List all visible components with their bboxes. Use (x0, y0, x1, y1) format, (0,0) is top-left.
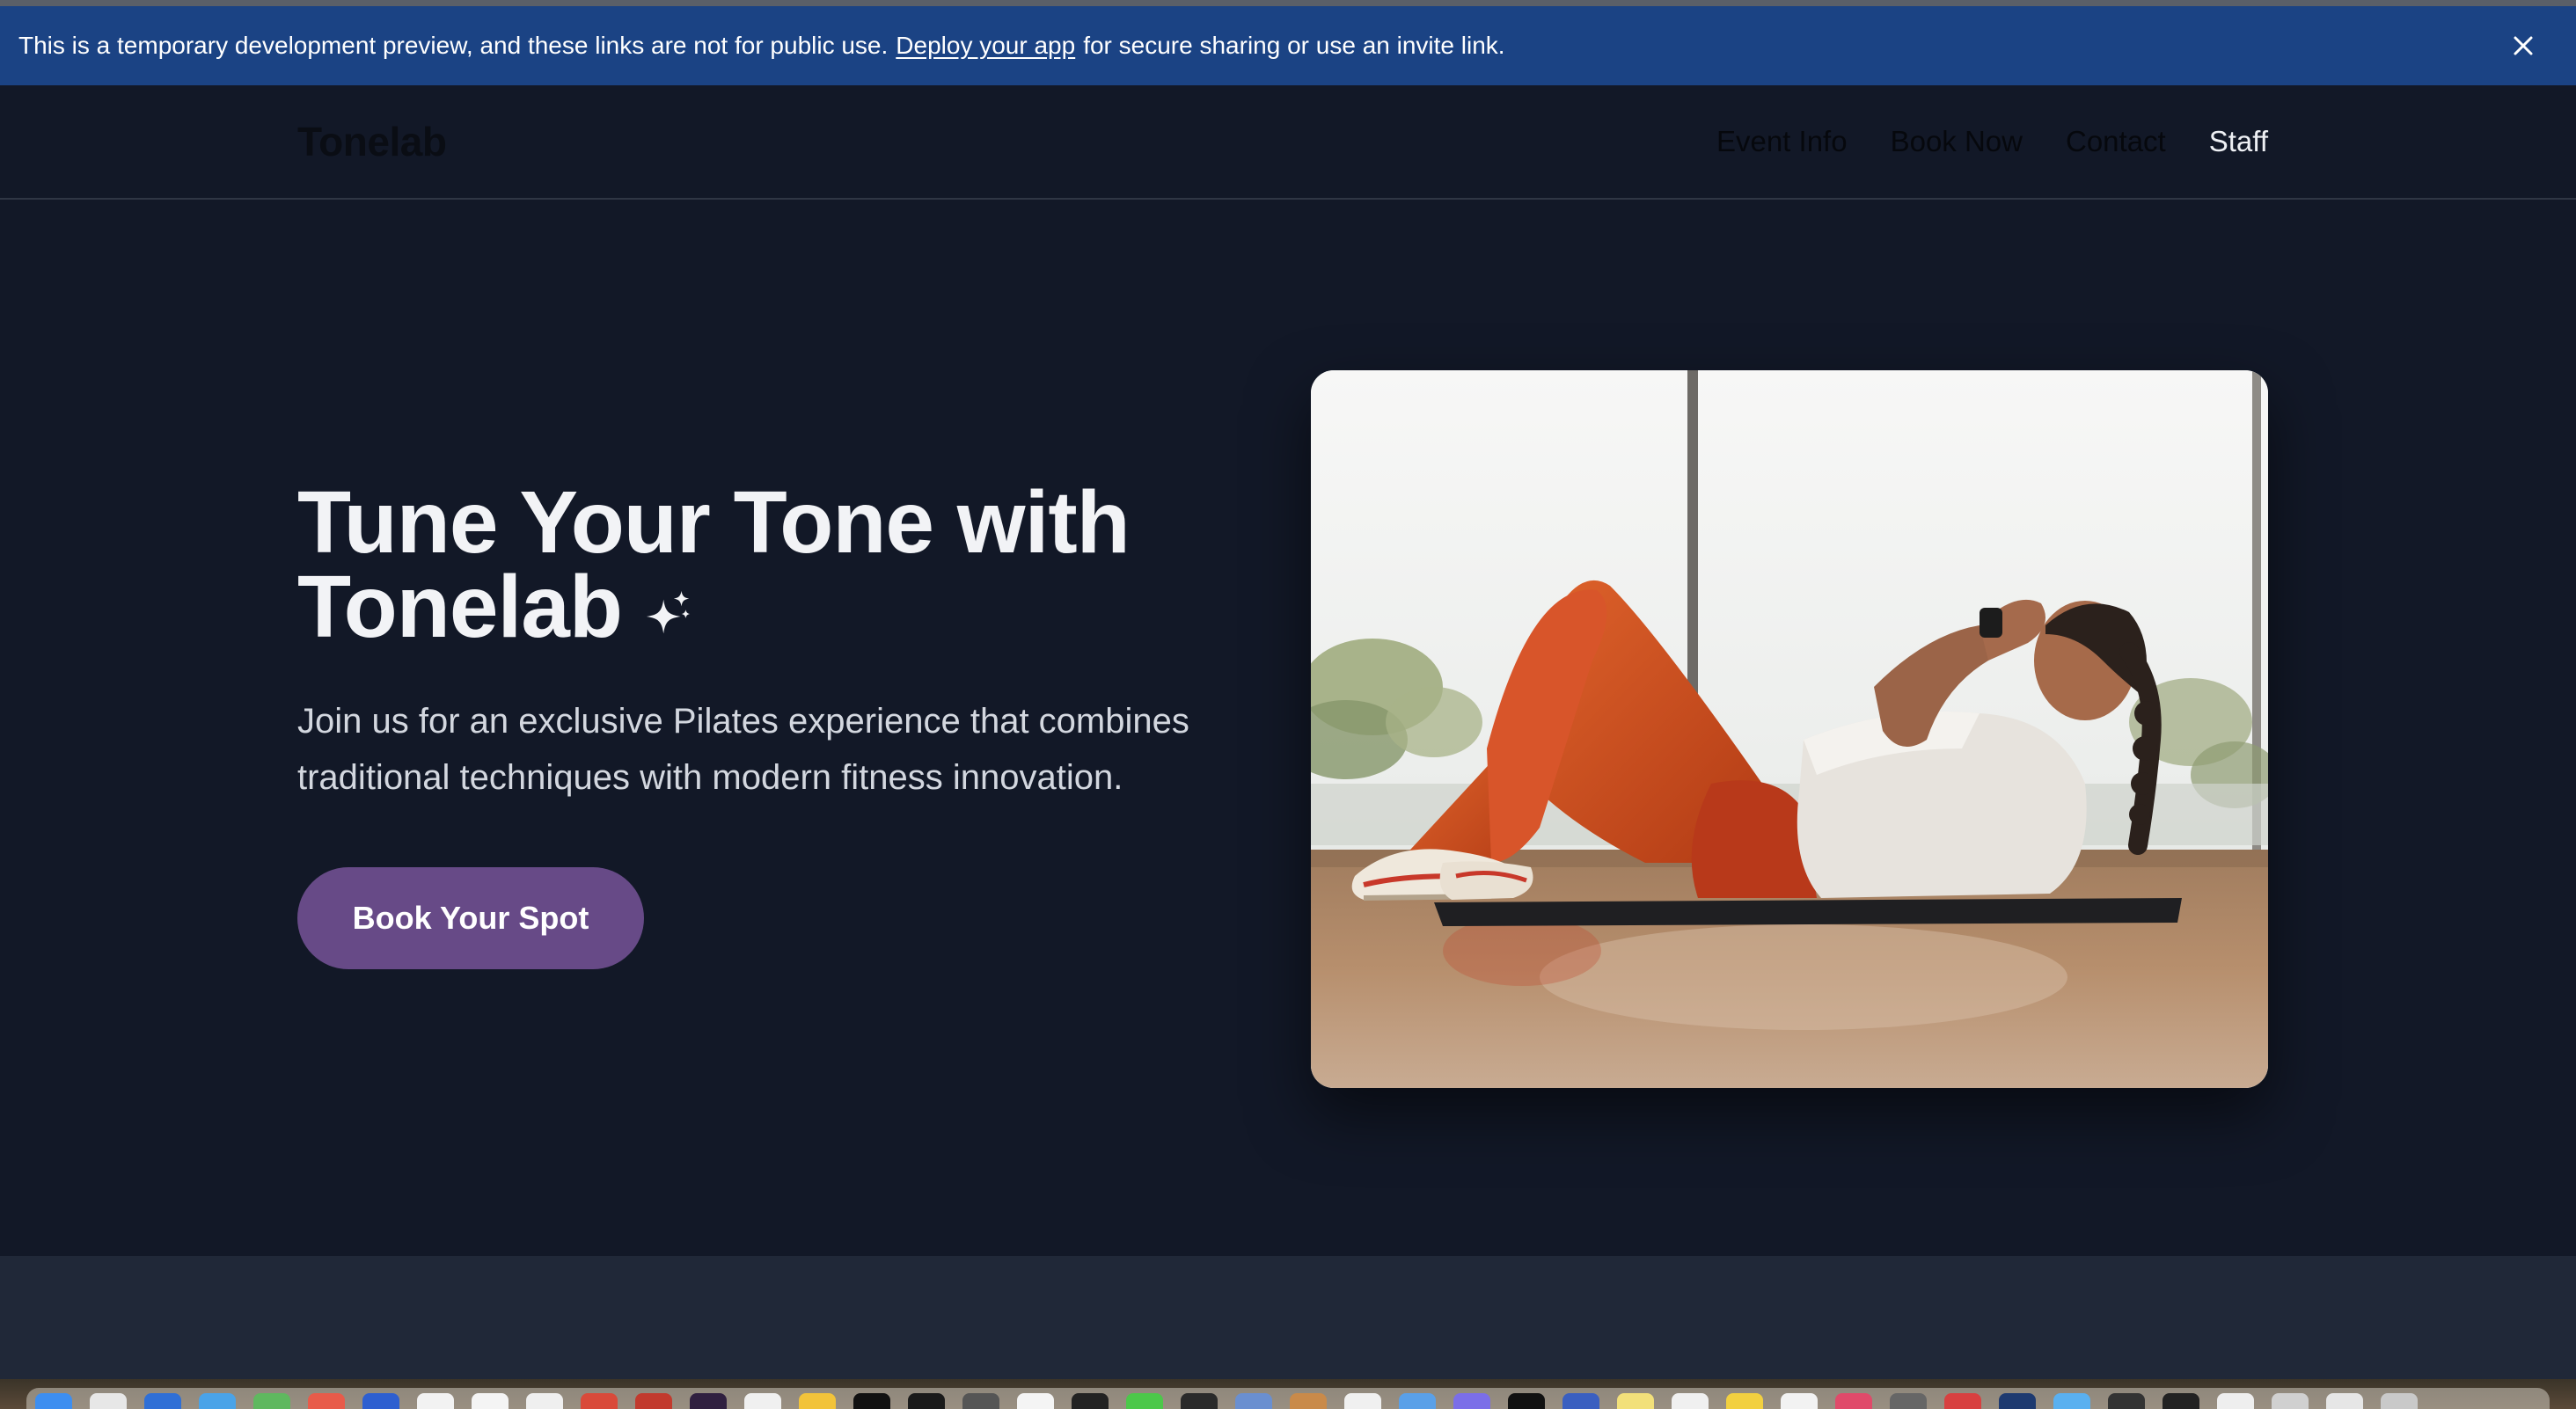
app-icon[interactable] (2108, 1393, 2145, 1409)
app-icon[interactable] (1781, 1393, 1818, 1409)
app-icon[interactable] (362, 1393, 399, 1409)
app-icon[interactable] (581, 1393, 618, 1409)
nav-staff[interactable]: Staff (2209, 125, 2268, 158)
nav-event-info[interactable]: Event Info (1716, 125, 1848, 158)
mail-icon[interactable] (144, 1393, 181, 1409)
finder-icon[interactable] (35, 1393, 72, 1409)
nav-contact[interactable]: Contact (2066, 125, 2166, 158)
app-icon[interactable] (1726, 1393, 1763, 1409)
app-icon[interactable] (1181, 1393, 1218, 1409)
app-icon[interactable] (690, 1393, 727, 1409)
hero-title-line-2: Tonelab (297, 563, 1130, 651)
banner-text-before: This is a temporary development preview,… (18, 32, 889, 59)
app-icon[interactable] (1617, 1393, 1654, 1409)
macos-dock (0, 1379, 2576, 1409)
app-icon[interactable] (744, 1393, 781, 1409)
app-icon[interactable] (908, 1393, 945, 1409)
reminders-icon[interactable] (472, 1393, 509, 1409)
app-icon[interactable] (526, 1393, 563, 1409)
app-icon[interactable] (1562, 1393, 1599, 1409)
book-your-spot-button[interactable]: Book Your Spot (297, 867, 644, 969)
deploy-app-link[interactable]: Deploy your app (896, 32, 1075, 60)
close-icon (2514, 36, 2533, 55)
app-icon[interactable] (1890, 1393, 1927, 1409)
app-icon[interactable] (2163, 1393, 2199, 1409)
app-icon[interactable] (1017, 1393, 1054, 1409)
main-nav: Event Info Book Now Contact Staff (1716, 125, 2268, 158)
app-icon[interactable] (853, 1393, 890, 1409)
preview-banner: This is a temporary development preview,… (0, 6, 2576, 85)
site-logo[interactable]: Tonelab (297, 118, 447, 165)
messages-icon[interactable] (1072, 1393, 1109, 1409)
app-icon[interactable] (1344, 1393, 1381, 1409)
app-icon[interactable] (2053, 1393, 2090, 1409)
app-icon[interactable] (1126, 1393, 1163, 1409)
dock-icons (35, 1393, 2418, 1409)
next-section (0, 1256, 2576, 1379)
safari-icon[interactable] (199, 1393, 236, 1409)
trash-icon[interactable] (2381, 1393, 2418, 1409)
launchpad-icon[interactable] (90, 1393, 127, 1409)
site-header: Tonelab Event Info Book Now Contact Staf… (0, 85, 2576, 200)
calendar-icon[interactable] (308, 1393, 345, 1409)
app-icon[interactable] (635, 1393, 672, 1409)
app-icon[interactable] (1453, 1393, 1490, 1409)
sparkles-icon (646, 590, 691, 634)
app-icon[interactable] (962, 1393, 999, 1409)
app-icon[interactable] (2272, 1393, 2309, 1409)
banner-text-after: for secure sharing or use an invite link… (1083, 32, 1505, 59)
app-icon[interactable] (1999, 1393, 2036, 1409)
hero-title-line-1: Tune Your Tone with (297, 473, 1131, 572)
app-icon[interactable] (1835, 1393, 1872, 1409)
hero-subtitle: Join us for an exclusive Pilates experie… (297, 702, 1189, 797)
hero-photo (1311, 370, 2268, 1088)
hero-title-brand: Tonelab (297, 558, 623, 656)
maps-icon[interactable] (253, 1393, 290, 1409)
notes-icon[interactable] (417, 1393, 454, 1409)
woman-doing-crunches-photo (1311, 370, 2268, 1088)
app-icon[interactable] (1672, 1393, 1709, 1409)
app-icon[interactable] (1290, 1393, 1327, 1409)
nav-book-now[interactable]: Book Now (1891, 125, 2023, 158)
hero-title: Tune Your Tone with Tonelab (297, 473, 1131, 651)
hero-section: Tune Your Tone with Tonelab Join us for … (0, 201, 2576, 1256)
window-top-edge (0, 0, 2576, 6)
app-icon[interactable] (1235, 1393, 1272, 1409)
app-icon[interactable] (1944, 1393, 1981, 1409)
app-icon[interactable] (2326, 1393, 2363, 1409)
app-icon[interactable] (1508, 1393, 1545, 1409)
app-icon[interactable] (2217, 1393, 2254, 1409)
app-icon[interactable] (1399, 1393, 1436, 1409)
banner-close-button[interactable] (2506, 28, 2541, 63)
terminal-icon[interactable] (799, 1393, 836, 1409)
